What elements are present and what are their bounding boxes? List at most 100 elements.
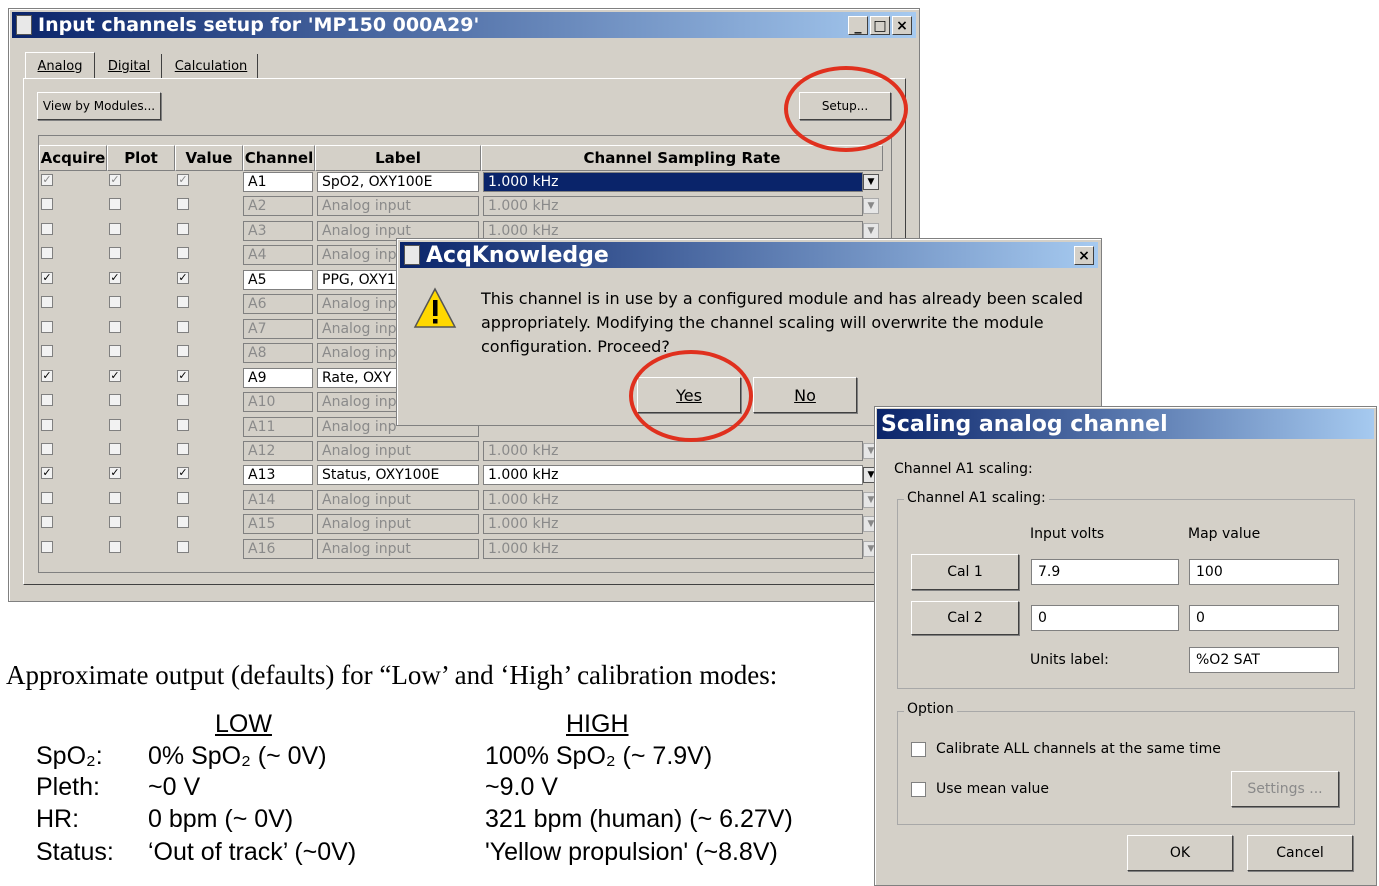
plot-checkbox[interactable]: ✓ [109,369,121,382]
channel-cell[interactable]: A6 [243,294,313,315]
value-checkbox[interactable] [177,247,189,260]
plot-checkbox[interactable] [109,320,121,333]
chevron-down-icon[interactable]: ▼ [863,222,879,239]
plot-checkbox[interactable]: ✓ [109,467,121,480]
channel-cell[interactable]: A16 [243,538,313,559]
sampling-rate-cell[interactable]: 1.000 kHz [483,465,863,486]
use-mean-checkbox[interactable] [911,782,926,797]
plot-checkbox[interactable] [109,247,121,260]
channel-cell[interactable]: A4 [243,245,313,266]
channel-cell[interactable]: A2 [243,196,313,217]
acquire-checkbox[interactable] [41,247,53,260]
acquire-checkbox[interactable] [41,418,53,431]
value-checkbox[interactable]: ✓ [177,369,189,382]
acquire-checkbox[interactable] [41,540,53,553]
cal-2-map-value[interactable]: 0 [1189,605,1339,631]
calibrate-all-label[interactable]: Calibrate ALL channels at the same time [936,741,1221,757]
acquire-checkbox[interactable] [41,222,53,235]
cal-2-input-volts[interactable]: 0 [1031,605,1179,631]
acquire-checkbox[interactable]: ✓ [41,369,53,382]
channel-cell[interactable]: A7 [243,318,313,339]
channel-cell[interactable]: A5 [243,269,313,290]
col-plot[interactable]: Plot [107,145,175,171]
acquire-checkbox[interactable] [41,320,53,333]
channel-cell[interactable]: A9 [243,367,313,388]
plot-checkbox[interactable] [109,491,121,504]
channel-cell[interactable]: A15 [243,514,313,535]
cal-2-button[interactable]: Cal 2 [911,601,1019,635]
value-checkbox[interactable] [177,491,189,504]
cal-1-map-value[interactable]: 100 [1189,559,1339,585]
label-cell[interactable]: Status, OXY100E [317,465,479,486]
value-checkbox[interactable] [177,418,189,431]
value-checkbox[interactable] [177,442,189,455]
cancel-button[interactable]: Cancel [1247,835,1353,871]
acqknowledge-close-button[interactable]: × [1074,246,1094,265]
acquire-checkbox[interactable] [41,345,53,358]
channel-cell[interactable]: A14 [243,489,313,510]
cal-1-input-volts[interactable]: 7.9 [1031,559,1179,585]
units-value-field[interactable]: %O2 SAT [1189,647,1339,673]
label-cell[interactable]: Analog input [317,514,479,535]
channel-cell[interactable]: A13 [243,465,313,486]
channel-cell[interactable]: A12 [243,440,313,461]
calibrate-all-checkbox[interactable] [911,742,926,757]
close-button[interactable]: × [892,16,912,35]
plot-checkbox[interactable]: ✓ [109,174,121,186]
plot-checkbox[interactable] [109,345,121,358]
value-checkbox[interactable] [177,222,189,235]
value-checkbox[interactable] [177,198,189,211]
plot-checkbox[interactable] [109,394,121,407]
tab-calculation[interactable]: Calculation [165,54,258,78]
plot-checkbox[interactable] [109,296,121,309]
ok-button[interactable]: OK [1127,835,1233,871]
acquire-checkbox[interactable]: ✓ [41,174,53,186]
acquire-checkbox[interactable] [41,296,53,309]
value-checkbox[interactable] [177,394,189,407]
minimize-button[interactable]: _ [848,16,868,35]
label-cell[interactable]: Analog input [317,538,479,559]
col-channel[interactable]: Channel [243,145,315,171]
value-checkbox[interactable]: ✓ [177,174,189,186]
plot-checkbox[interactable] [109,540,121,553]
channel-cell[interactable]: A1 [243,172,313,192]
label-cell[interactable]: Analog input [317,196,479,217]
scaling-titlebar[interactable]: Scaling analog channel [877,409,1374,439]
sampling-rate-cell[interactable]: 1.000 kHz [483,514,863,535]
sampling-rate-cell[interactable]: 1.000 kHz [483,196,863,217]
sampling-rate-cell[interactable]: 1.000 kHz [483,172,863,192]
maximize-button[interactable]: □ [870,16,890,35]
plot-checkbox[interactable] [109,418,121,431]
channel-cell[interactable]: A10 [243,392,313,413]
tab-digital[interactable]: Digital [97,54,162,78]
plot-checkbox[interactable]: ✓ [109,271,121,284]
tab-analog[interactable]: Analog [25,52,95,79]
no-button[interactable]: No [753,377,857,413]
acquire-checkbox[interactable] [41,491,53,504]
value-checkbox[interactable]: ✓ [177,467,189,480]
sampling-rate-cell[interactable]: 1.000 kHz [483,538,863,559]
col-label[interactable]: Label [315,145,481,171]
channel-cell[interactable]: A8 [243,343,313,364]
cal-1-button[interactable]: Cal 1 [911,554,1019,590]
value-checkbox[interactable] [177,540,189,553]
acquire-checkbox[interactable] [41,442,53,455]
value-checkbox[interactable] [177,320,189,333]
use-mean-label[interactable]: Use mean value [936,781,1049,797]
value-checkbox[interactable] [177,516,189,529]
value-checkbox[interactable] [177,345,189,358]
channel-cell[interactable]: A11 [243,416,313,437]
sampling-rate-cell[interactable]: 1.000 kHz [483,489,863,510]
chevron-down-icon[interactable]: ▼ [863,174,879,190]
value-checkbox[interactable]: ✓ [177,271,189,284]
label-cell[interactable]: Analog input [317,489,479,510]
sampling-rate-cell[interactable]: 1.000 kHz [483,440,863,461]
plot-checkbox[interactable] [109,222,121,235]
acquire-checkbox[interactable] [41,394,53,407]
input-channels-titlebar[interactable]: Input channels setup for 'MP150 000A29' … [12,12,916,38]
col-value[interactable]: Value [175,145,243,171]
acquire-checkbox[interactable]: ✓ [41,467,53,480]
value-checkbox[interactable] [177,296,189,309]
settings-button[interactable]: Settings ... [1231,771,1339,807]
plot-checkbox[interactable] [109,516,121,529]
